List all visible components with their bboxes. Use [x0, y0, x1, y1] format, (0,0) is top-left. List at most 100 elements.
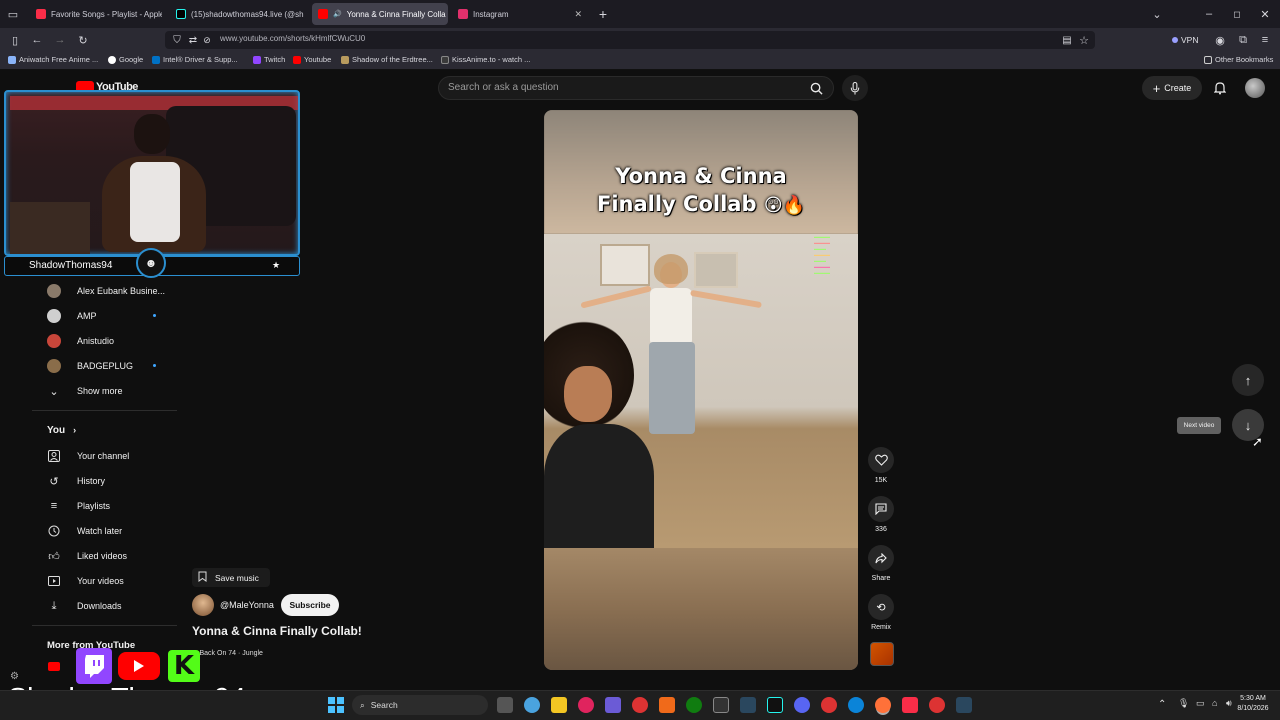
channel-avatar	[47, 334, 61, 348]
xbox-icon[interactable]	[686, 697, 702, 713]
firefox-icon[interactable]	[875, 697, 891, 713]
app-icon[interactable]	[659, 697, 675, 713]
bookmark-star-icon[interactable]: ☆	[1077, 33, 1091, 47]
steam-icon[interactable]	[740, 697, 756, 713]
browser-tab-tiktok[interactable]: (15)shadowthomas94.live (@sh ✕	[170, 3, 306, 25]
subscription-label: BADGEPLUG	[77, 361, 134, 371]
browser-tab-youtube-active[interactable]: 🔊 Yonna & Cinna Finally Colla ✕	[312, 3, 448, 25]
bookmark-google[interactable]: Google	[108, 55, 143, 64]
menu-icon[interactable]: ≡	[1258, 33, 1272, 47]
you-heading[interactable]: You ›	[47, 425, 76, 436]
settings-app-icon[interactable]	[524, 697, 540, 713]
close-tab-icon[interactable]: ✕	[574, 9, 582, 20]
notifications-bell-icon[interactable]	[1210, 78, 1230, 98]
share-button[interactable]: Share	[868, 545, 894, 582]
back-icon[interactable]: ←	[30, 33, 44, 47]
subscribe-button[interactable]: Subscribe	[281, 594, 339, 616]
sidebar-toggle-icon[interactable]: ▯	[8, 33, 22, 47]
next-video-tooltip: Next video	[1177, 417, 1221, 434]
mic-muted-icon[interactable]: ⊘	[200, 33, 214, 47]
edge-icon[interactable]	[848, 697, 864, 713]
display-icon[interactable]: ▭	[1196, 698, 1205, 709]
other-bookmarks[interactable]: Other Bookmarks	[1204, 55, 1273, 64]
discord-icon[interactable]	[794, 697, 810, 713]
avatar[interactable]	[1245, 78, 1265, 98]
subscription-item[interactable]: Anistudio	[47, 332, 114, 350]
save-music-button[interactable]: Save music	[192, 568, 270, 587]
close-window-icon[interactable]: ✕	[1258, 7, 1272, 21]
permissions-icon[interactable]: ⇄	[186, 33, 200, 47]
chevron-down-icon[interactable]: ⌄	[1150, 7, 1164, 21]
browser-tab-bar: ▭ Favorite Songs - Playlist - Apple ✕ (1…	[0, 0, 1280, 28]
tray-chevron-up-icon[interactable]: ⌃	[1158, 699, 1166, 710]
sidebar-item-your-channel[interactable]: Your channel	[47, 447, 129, 465]
settings-gear-icon[interactable]: ⚙	[10, 671, 19, 682]
channel-avatar	[47, 284, 61, 298]
like-button[interactable]: 15K	[868, 447, 894, 484]
audio-playing-icon[interactable]: 🔊	[333, 10, 342, 18]
sidebar-item-playlists[interactable]: ≡ Playlists	[47, 497, 110, 515]
new-tab-icon[interactable]: +	[596, 6, 610, 22]
subscription-item[interactable]: AMP	[47, 307, 97, 325]
task-view-icon[interactable]	[497, 697, 513, 713]
channel-handle[interactable]: @MaleYonna	[220, 600, 274, 610]
sidebar-item-your-videos[interactable]: Your videos	[47, 572, 124, 590]
sidebar-item-history[interactable]: ↺ History	[47, 472, 105, 490]
app-icon[interactable]	[632, 697, 648, 713]
app-icon[interactable]	[605, 697, 621, 713]
sidebar-item-downloads[interactable]: ⤓ Downloads	[47, 597, 122, 615]
blurred-background-bottom	[544, 548, 858, 670]
steam-icon[interactable]	[956, 697, 972, 713]
audio-thumbnail[interactable]	[870, 642, 894, 666]
bookmark-kissanime[interactable]: KissAnime.to - watch ...	[441, 55, 530, 64]
subscription-item[interactable]: BADGEPLUG	[47, 357, 133, 375]
previous-video-button[interactable]: ↑	[1232, 364, 1264, 396]
file-explorer-icon[interactable]	[551, 697, 567, 713]
bookmark-twitch[interactable]: Twitch	[253, 55, 285, 64]
comments-button[interactable]: 336	[868, 496, 894, 533]
show-more-button[interactable]: ⌄ Show more	[47, 382, 122, 400]
youtube-premium-icon[interactable]	[48, 662, 60, 671]
app-icon[interactable]	[713, 697, 729, 713]
volume-icon[interactable]: 🔊︎	[1226, 698, 1232, 709]
search-input[interactable]: Search or ask a question	[448, 82, 559, 93]
minimize-icon[interactable]: –	[1202, 7, 1216, 21]
sidebar-item-watch-later[interactable]: Watch later	[47, 522, 122, 540]
sidebar-item-liked-videos[interactable]: 👍︎ Liked videos	[47, 547, 127, 565]
bookmark-youtube[interactable]: Youtube	[293, 55, 331, 64]
reload-icon[interactable]: ↻	[76, 33, 90, 47]
taskbar-clock[interactable]: 5:30 AM 8/10/2026	[1236, 694, 1270, 714]
search-icon[interactable]	[806, 78, 826, 98]
vpn-button[interactable]: VPN	[1172, 35, 1198, 45]
bookmark-aniwatch[interactable]: Aniwatch Free Anime ...	[8, 55, 98, 64]
create-button[interactable]: + Create	[1142, 76, 1202, 100]
browser-tab-apple-music[interactable]: Favorite Songs - Playlist - Apple ✕	[30, 3, 162, 25]
app-icon[interactable]	[821, 697, 837, 713]
browser-tab-instagram[interactable]: Instagram ✕	[452, 3, 588, 25]
tiktok-icon[interactable]	[767, 697, 783, 713]
reader-view-icon[interactable]: ▤	[1060, 33, 1074, 47]
shield-icon[interactable]: ⛉	[170, 33, 184, 47]
tab-list-icon[interactable]: ▭	[6, 7, 20, 21]
windows-start-icon[interactable]	[328, 697, 344, 713]
app-icon[interactable]	[929, 697, 945, 713]
mic-icon[interactable]: 🎙︎	[1178, 698, 1189, 709]
remix-button[interactable]: ⟲ Remix	[868, 594, 894, 631]
music-track-link[interactable]: ♪ Back On 74 · Jungle	[192, 647, 263, 659]
forward-icon[interactable]: →	[53, 33, 67, 47]
taskbar-search-box[interactable]: ⌕ Search	[352, 695, 488, 715]
streamer-logo-icon: ☻	[136, 248, 166, 278]
voice-search-icon[interactable]	[842, 75, 868, 101]
bookmark-intel[interactable]: Intel® Driver & Supp...	[152, 55, 238, 64]
shorts-video-player[interactable]: Yonna & Cinna Finally Collab 😲🔥 ▬▬▬▬ ▬▬▬▬…	[544, 110, 858, 670]
maximize-icon[interactable]: ◻	[1230, 7, 1244, 21]
bookmark-erdtree[interactable]: Shadow of the Erdtree...	[341, 55, 433, 64]
new-content-dot	[153, 314, 156, 317]
subscription-item[interactable]: Alex Eubank Busine...	[47, 282, 165, 300]
extensions-icon[interactable]: ⧉	[1236, 33, 1250, 47]
app-icon[interactable]	[578, 697, 594, 713]
apple-music-icon[interactable]	[902, 697, 918, 713]
network-icon[interactable]: ⌂	[1212, 698, 1217, 708]
account-icon[interactable]: ◉	[1213, 33, 1227, 47]
channel-avatar[interactable]	[192, 594, 214, 616]
